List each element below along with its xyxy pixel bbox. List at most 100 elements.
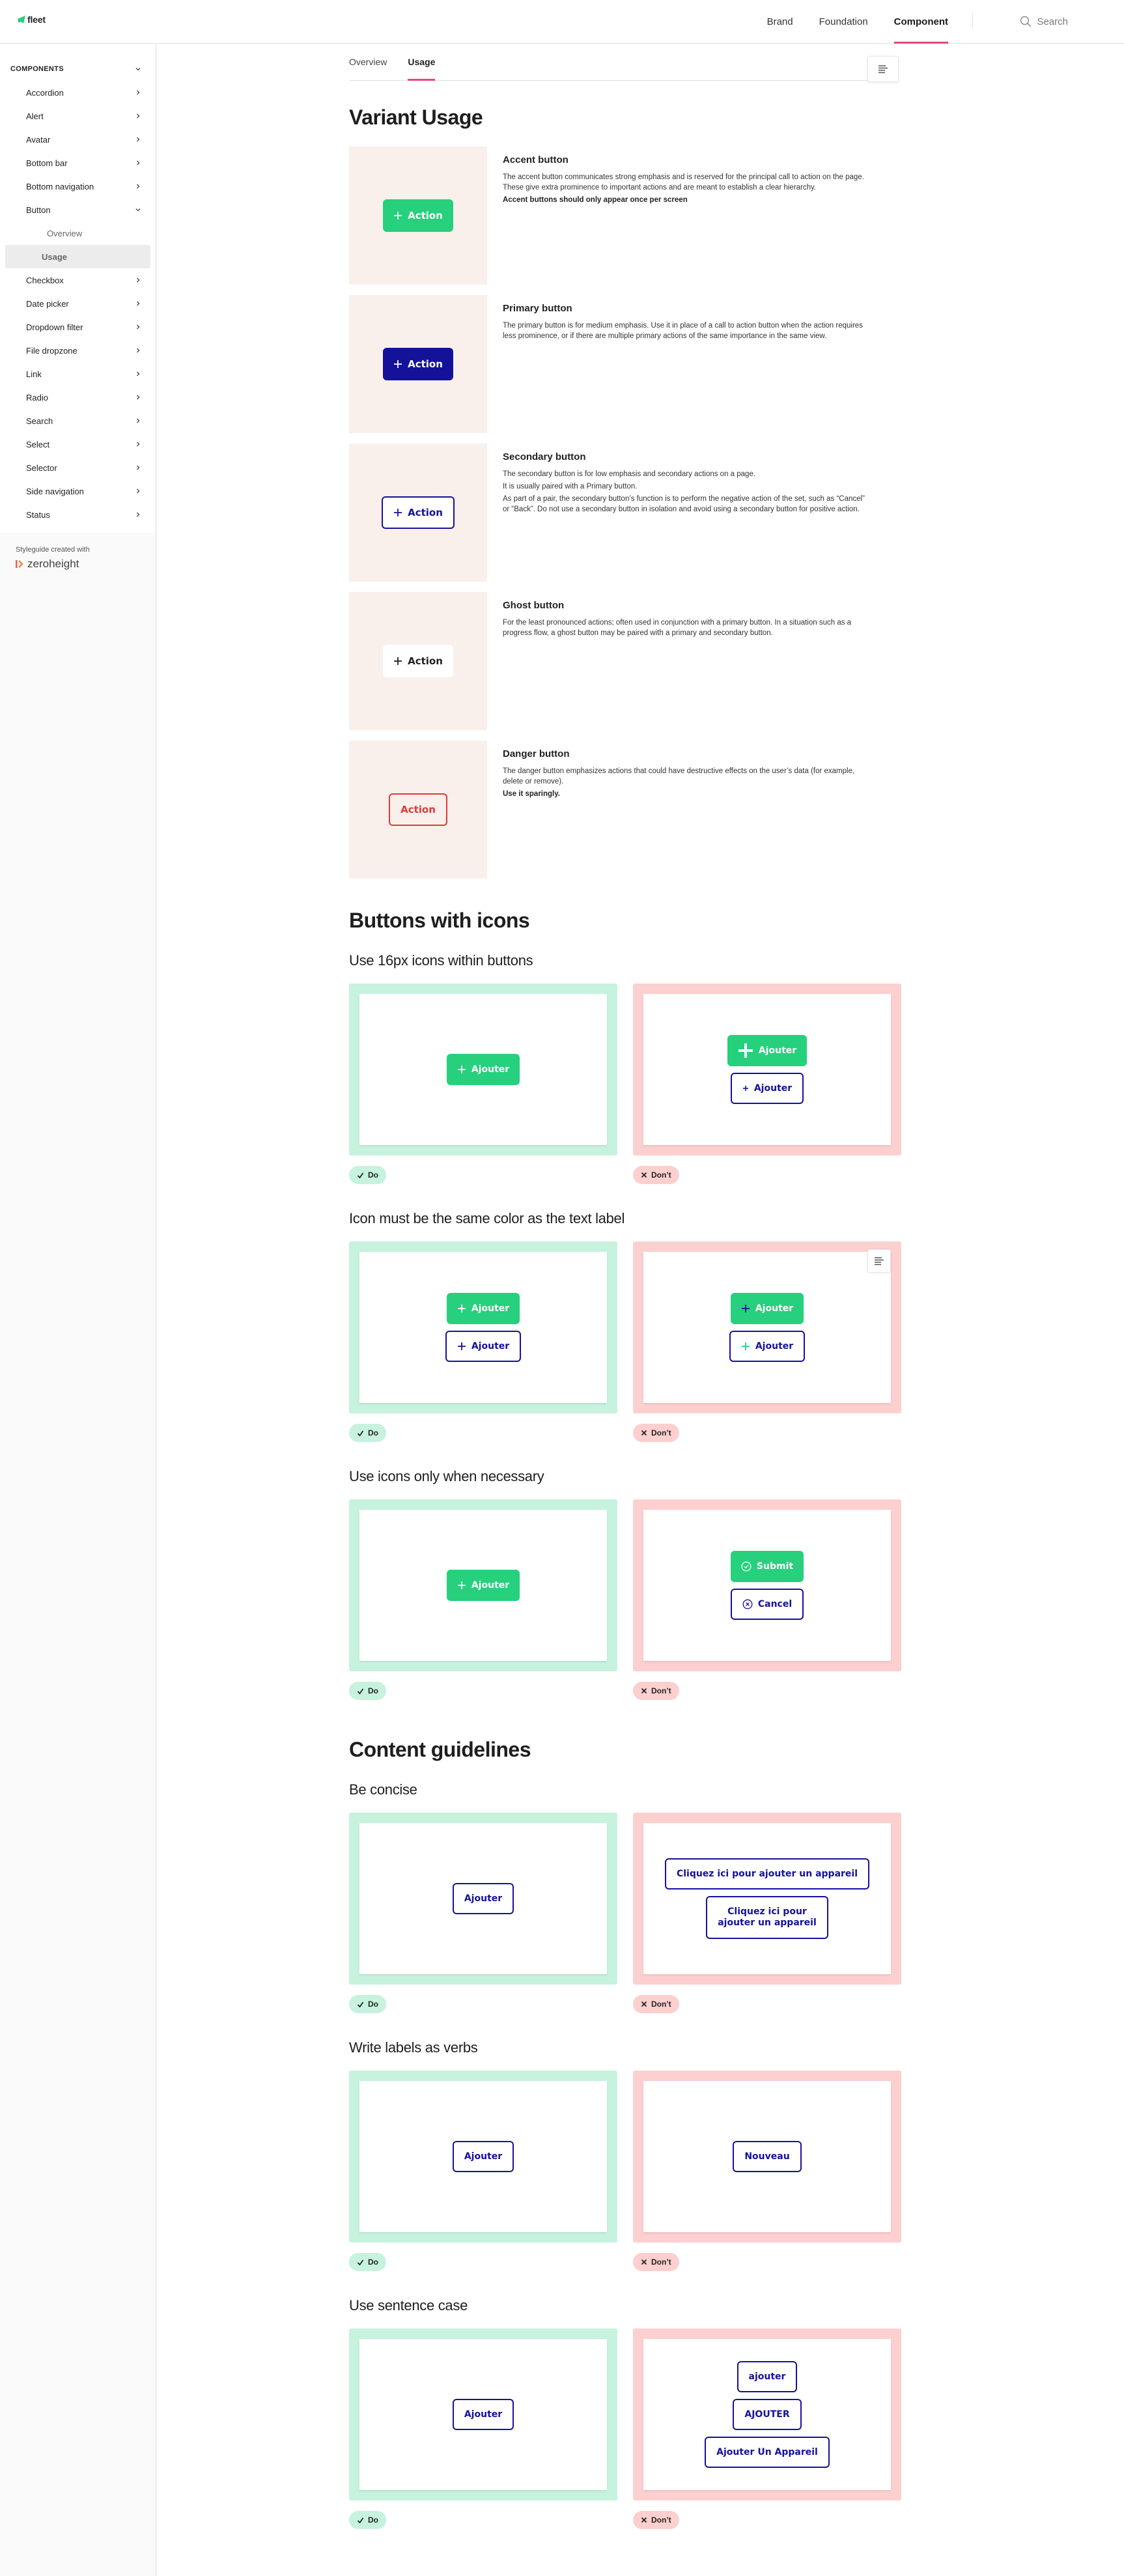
close-icon	[641, 2001, 647, 2007]
secondary-button-example[interactable]: Ajouter Un Appareil	[705, 2437, 830, 2468]
primary-button-example[interactable]: Action	[383, 348, 453, 380]
variant-title: Accent button	[503, 154, 569, 165]
sidebar-subitem-overview[interactable]: Overview	[5, 221, 150, 245]
check-icon	[357, 2001, 364, 2007]
secondary-button-example[interactable]: Cancel	[730, 1589, 804, 1620]
button-label: Ajouter	[471, 1303, 510, 1314]
variant-danger: Action Danger button The danger button emp…	[349, 741, 903, 879]
table-of-contents-button-floating[interactable]	[867, 1249, 891, 1273]
sidebar-item-avatar[interactable]: Avatar	[0, 128, 156, 151]
variant-paragraph: It is usually paired with a Primary butt…	[503, 483, 638, 490]
sidebar-item-date-picker[interactable]: Date picker	[0, 292, 156, 315]
accent-button-example[interactable]: Ajouter	[446, 1293, 520, 1324]
close-icon	[641, 2259, 647, 2265]
dont-column: Ajouter Ajouter Don’t	[633, 984, 901, 1184]
tab-overview[interactable]: Overview	[349, 57, 387, 80]
zeroheight-link[interactable]: zeroheight	[16, 558, 140, 571]
secondary-button-example[interactable]: ajouter	[737, 2361, 798, 2392]
sidebar-item-status[interactable]: Status	[0, 503, 156, 526]
chevron-right-icon	[136, 442, 140, 447]
secondary-button-example[interactable]: Ajouter	[452, 2141, 514, 2172]
toc-icon	[875, 1257, 884, 1266]
chevron-right-icon	[136, 277, 140, 283]
nav-component[interactable]: Component	[881, 0, 961, 44]
search-button[interactable]: Search	[1020, 12, 1068, 31]
variant-secondary: Action Secondary button The secondary butt…	[349, 444, 903, 582]
sidebar-item-label: File dropzone	[26, 345, 77, 356]
nav-brand[interactable]: Brand	[754, 0, 806, 44]
button-label: Ajouter	[464, 1893, 503, 1904]
sidebar-item-selector[interactable]: Selector	[0, 456, 156, 479]
variant-paragraph: The primary button is for medium emphasi…	[503, 322, 863, 340]
secondary-button-example[interactable]: AJOUTER	[733, 2399, 802, 2430]
badge-label: Don’t	[651, 2258, 671, 2267]
footer-label: Styleguide created with	[16, 546, 90, 554]
secondary-button-example[interactable]: Ajouter	[730, 1073, 804, 1104]
secondary-button-example[interactable]: Cliquez ici pour ajouter un appareil	[664, 1858, 870, 1890]
secondary-button-example[interactable]: Ajouter	[445, 1331, 522, 1362]
sidebar-item-button[interactable]: Button	[0, 198, 156, 221]
chevron-right-icon	[136, 348, 140, 353]
sidebar-item-file-dropzone[interactable]: File dropzone	[0, 339, 156, 362]
variant-preview: Action	[349, 147, 487, 285]
table-of-contents-button[interactable]	[867, 56, 899, 82]
sidebar-item-label: Side navigation	[26, 486, 84, 496]
sidebar-item-search[interactable]: Search	[0, 409, 156, 432]
do-dont-row: Ajouter Ajouter Do Ajouter Ajouter Don’t	[349, 1241, 903, 1442]
do-example-frame: Ajouter	[349, 1499, 617, 1671]
sidebar-item-bottom-bar[interactable]: Bottom bar	[0, 151, 156, 175]
accent-button-example[interactable]: Action	[383, 199, 453, 232]
sidebar-item-label: Checkbox	[26, 275, 64, 285]
fleet-logo[interactable]: fleet	[17, 14, 46, 25]
secondary-button-example[interactable]: Nouveau	[733, 2141, 802, 2172]
button-label: Action	[408, 507, 443, 518]
chevron-right-icon	[136, 160, 140, 165]
button-label: Ajouter	[758, 1045, 797, 1056]
secondary-button-example[interactable]: Action	[382, 496, 455, 529]
dont-example-frame: Submit Cancel	[633, 1499, 901, 1671]
sidebar-item-accordion[interactable]: Accordion	[0, 81, 156, 104]
variant-accent: Action Accent button The accent button com…	[349, 147, 903, 285]
sidebar-item-side-navigation[interactable]: Side navigation	[0, 479, 156, 503]
do-example-frame: Ajouter Ajouter	[349, 1241, 617, 1413]
dont-column: Cliquez ici pour ajouter un appareil Cliq…	[633, 1813, 901, 2013]
do-example-canvas: Ajouter	[359, 994, 607, 1145]
secondary-button-example[interactable]: Ajouter	[452, 1883, 514, 1914]
zeroheight-logo-icon	[16, 560, 23, 568]
secondary-button-example[interactable]: Ajouter	[729, 1331, 806, 1362]
check-icon	[357, 1430, 364, 1436]
accent-button-example[interactable]: Ajouter	[446, 1570, 520, 1601]
badge-label: Do	[368, 1170, 378, 1180]
do-badge: Do	[349, 1424, 386, 1442]
sidebar-item-select[interactable]: Select	[0, 432, 156, 456]
sidebar-item-link[interactable]: Link	[0, 362, 156, 386]
sidebar-item-label: Dropdown filter	[26, 322, 83, 332]
accent-button-example[interactable]: Ajouter	[730, 1293, 804, 1324]
guideline-heading: Be concise	[349, 1781, 417, 1798]
tab-usage[interactable]: Usage	[408, 57, 436, 81]
sidebar-item-radio[interactable]: Radio	[0, 386, 156, 409]
button-label: Action	[400, 804, 436, 815]
sidebar-section-components[interactable]: COMPONENTS	[0, 57, 156, 81]
badge-label: Do	[368, 1428, 378, 1437]
accent-button-example[interactable]: Ajouter	[446, 1054, 520, 1085]
plus-icon	[742, 1086, 748, 1091]
variant-primary: Action Primary button The primary button i…	[349, 295, 903, 433]
secondary-button-example[interactable]: Cliquez ici pour ajouter un appareil	[706, 1896, 828, 1939]
ghost-button-example[interactable]: Action	[383, 645, 453, 677]
badge-label: Do	[368, 2258, 378, 2267]
secondary-button-example[interactable]: Ajouter	[452, 2399, 514, 2430]
danger-button-example[interactable]: Action	[389, 793, 447, 826]
sidebar-subitem-usage[interactable]: Usage	[5, 245, 150, 268]
chevron-down-icon	[135, 67, 141, 71]
chevron-right-icon	[136, 184, 140, 189]
sidebar-item-alert[interactable]: Alert	[0, 104, 156, 128]
dont-example-canvas: Submit Cancel	[643, 1510, 891, 1661]
sidebar-item-bottom-navigation[interactable]: Bottom navigation	[0, 175, 156, 198]
accent-button-example[interactable]: Ajouter	[727, 1035, 808, 1066]
nav-foundation[interactable]: Foundation	[806, 0, 881, 44]
sidebar-item-checkbox[interactable]: Checkbox	[0, 268, 156, 292]
sidebar-item-dropdown-filter[interactable]: Dropdown filter	[0, 315, 156, 339]
accent-button-example[interactable]: Submit	[730, 1551, 804, 1582]
check-icon	[357, 1172, 364, 1178]
